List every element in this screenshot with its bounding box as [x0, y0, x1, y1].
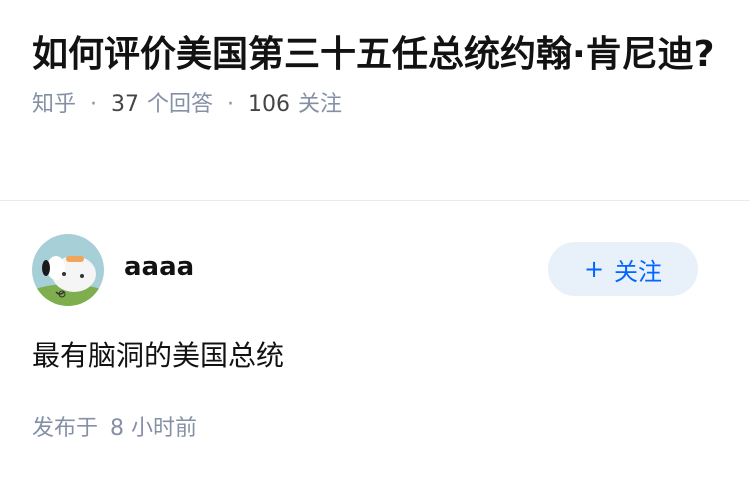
- author-name[interactable]: aaaa: [124, 252, 194, 282]
- question-meta: 知乎 · 37 个回答 · 106 关注: [32, 90, 718, 120]
- answer-content[interactable]: 最有脑洞的美国总统: [32, 336, 718, 376]
- question-title[interactable]: 如何评价美国第三十五任总统约翰·肯尼迪?: [32, 30, 718, 80]
- follower-count: 106: [248, 92, 291, 117]
- time-suffix: 小时前: [131, 416, 198, 441]
- source-label[interactable]: 知乎: [32, 90, 76, 120]
- separator-dot: ·: [90, 92, 98, 117]
- follower-count-label: 关注: [298, 92, 343, 117]
- follow-button[interactable]: + 关注: [548, 242, 698, 296]
- time-prefix: 发布于: [32, 416, 99, 441]
- answer-card: aaaa + 关注 最有脑洞的美国总统 发布于 8 小时前: [0, 234, 750, 444]
- question-header: 如何评价美国第三十五任总统约翰·肯尼迪? 知乎 · 37 个回答 · 106 关…: [0, 0, 750, 201]
- plus-icon: +: [583, 255, 605, 283]
- avatar[interactable]: [32, 234, 104, 306]
- answer-timestamp: 发布于 8 小时前: [32, 414, 718, 444]
- separator-dot: ·: [227, 92, 235, 117]
- follow-button-label: 关注: [614, 257, 663, 286]
- author-row: aaaa + 关注: [32, 234, 718, 306]
- avatar-dog-icon: [32, 234, 104, 306]
- answer-count-label: 个回答: [147, 92, 214, 117]
- time-value: 8: [110, 416, 125, 441]
- answer-count: 37: [111, 92, 140, 117]
